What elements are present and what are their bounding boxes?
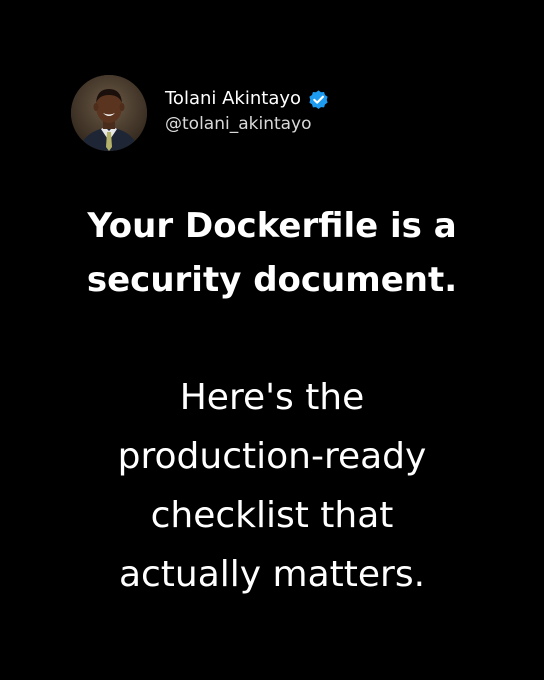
author-handle[interactable]: @tolani_akintayo: [165, 113, 330, 135]
headline-line: security document.: [86, 260, 458, 300]
body-text: Here's the production-ready checklist th…: [0, 368, 544, 604]
post-card: Tolani Akintayo @tolani_akintayo Your Do…: [0, 0, 544, 680]
avatar[interactable]: [71, 75, 147, 151]
body-line: checklist that: [150, 495, 394, 536]
author-name[interactable]: Tolani Akintayo: [165, 88, 301, 110]
avatar-image: [71, 75, 147, 151]
author-info: Tolani Akintayo @tolani_akintayo: [165, 88, 330, 135]
author-header: Tolani Akintayo @tolani_akintayo: [71, 75, 330, 151]
verified-badge-icon: [307, 88, 330, 111]
headline: Your Dockerfile is a security document.: [0, 199, 544, 307]
body-line: production-ready: [117, 436, 427, 477]
body-line: Here's the: [179, 377, 365, 418]
author-name-row: Tolani Akintayo: [165, 88, 330, 111]
body-line: actually matters.: [118, 554, 426, 595]
headline-line: Your Dockerfile is a: [87, 206, 457, 246]
